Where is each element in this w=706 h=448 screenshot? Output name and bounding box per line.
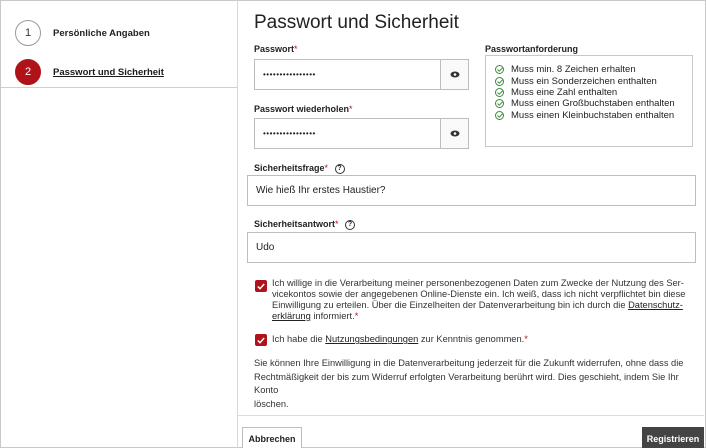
checkmark-icon <box>257 283 265 290</box>
info-circle-icon[interactable]: ? <box>334 163 345 174</box>
privacy-policy-link[interactable]: erklärung <box>272 311 311 321</box>
requirement-item: Muss einen Kleinbuchstaben enthalten <box>495 110 683 121</box>
required-mark: * <box>294 44 298 54</box>
required-mark: * <box>335 219 339 229</box>
requirement-item: Muss ein Sonderzeichen enthalten <box>495 75 683 87</box>
stepper-sidebar: 1 Persönliche Angaben 2 Passwort und Sic… <box>1 1 237 447</box>
data-processing-consent-text: Ich willige in die Verarbeitung meiner p… <box>272 278 702 322</box>
check-circle-icon <box>495 110 504 120</box>
show-password-button[interactable] <box>440 60 468 89</box>
required-mark: * <box>524 334 528 344</box>
requirement-text: Muss min. 8 Zeichen erhalten <box>511 64 636 76</box>
security-question-field[interactable]: Wie hieß Ihr erstes Haustier? <box>247 175 696 206</box>
requirement-text: Muss einen Kleinbuchstaben enthalten <box>511 109 675 121</box>
required-mark: * <box>349 104 353 114</box>
terms-consent-checkbox[interactable] <box>255 334 267 346</box>
vertical-divider <box>237 0 238 448</box>
consent-text-part: informiert. <box>310 311 355 321</box>
password-requirements-box: Muss min. 8 Zeichen erhalten Muss ein So… <box>485 55 693 147</box>
consent-line: Ich willige in die Verarbeitung meiner p… <box>272 278 684 288</box>
sidebar-divider <box>1 87 237 88</box>
requirement-text: Muss ein Sonderzeichen enthalten <box>511 75 657 87</box>
check-circle-icon <box>495 99 504 109</box>
step-number: 1 <box>15 20 41 46</box>
register-button[interactable]: Registrieren <box>642 427 704 448</box>
password-repeat-field[interactable]: •••••••••••••••• <box>254 118 469 149</box>
security-answer-label-text: Sicherheitsantwort <box>254 219 336 229</box>
consent-text-part: Ich habe die <box>272 334 326 344</box>
security-question-label: Sicherheitsfrage* ? <box>254 163 345 174</box>
checkmark-icon <box>257 337 265 344</box>
eye-icon <box>450 71 459 78</box>
password-field[interactable]: •••••••••••••••• <box>254 59 469 90</box>
consent-line: vicekontos sowie der angegebenen Online-… <box>272 289 686 299</box>
page-title: Passwort und Sicherheit <box>254 12 459 33</box>
terms-consent-text: Ich habe die Nutzungsbedingungen zur Ken… <box>272 334 702 345</box>
password-repeat-value: •••••••••••••••• <box>263 129 316 138</box>
requirement-item: Muss eine Zahl enthalten <box>495 87 683 98</box>
consent-line: erklärung informiert.* <box>272 311 702 322</box>
consent-line: Einwilligung zu erteilen. Über die Einze… <box>272 300 702 311</box>
check-circle-icon <box>495 76 504 86</box>
step-label: Passwort und Sicherheit <box>53 66 164 78</box>
step-label: Persönliche Angaben <box>53 27 150 39</box>
required-mark: * <box>354 311 359 321</box>
password-repeat-label-text: Passwort wiederholen <box>254 104 350 114</box>
requirement-text: Muss einen Großbuchstaben enthalten <box>511 98 675 110</box>
required-mark: * <box>324 163 329 173</box>
password-label-text: Passwort <box>254 44 295 54</box>
footer-divider <box>238 415 704 416</box>
note-line: Sie können Ihre Einwilligung in die Date… <box>254 358 684 368</box>
note-line: löschen. <box>254 398 289 409</box>
requirements-title: Passwortanforderung <box>485 44 579 54</box>
data-processing-consent-checkbox[interactable] <box>255 280 267 292</box>
security-answer-label: Sicherheitsantwort* ? <box>254 219 356 230</box>
cancel-button[interactable]: Abbrechen <box>242 427 302 448</box>
password-repeat-label: Passwort wiederholen* <box>254 104 353 114</box>
password-label: Passwort* <box>254 44 298 54</box>
privacy-policy-link[interactable]: Datenschutz- <box>628 300 683 310</box>
check-circle-icon <box>495 87 504 97</box>
requirement-item: Muss einen Großbuchstaben enthalten <box>495 98 683 109</box>
password-value: •••••••••••••••• <box>263 70 316 79</box>
consent-text-part: Einwilligung zu erteilen. Über die Einze… <box>272 300 629 310</box>
terms-of-use-link[interactable]: Nutzungsbedingungen <box>325 334 418 344</box>
note-line: Rechtmäßigkeit der bis zum Widerruf erfo… <box>254 371 679 396</box>
revocation-note: Sie können Ihre Einwilligung in die Date… <box>254 357 700 411</box>
requirement-item: Muss min. 8 Zeichen erhalten <box>495 64 683 75</box>
show-password-repeat-button[interactable] <box>440 119 468 148</box>
consent-text-part: zur Kenntnis genommen. <box>418 334 525 344</box>
check-circle-icon <box>495 65 504 75</box>
security-answer-value: Udo <box>256 242 275 253</box>
requirement-text: Muss eine Zahl enthalten <box>511 86 618 98</box>
security-answer-field[interactable]: Udo <box>247 232 696 263</box>
step-personal-data[interactable]: 1 Persönliche Angaben <box>15 19 150 47</box>
step-password-security[interactable]: 2 Passwort und Sicherheit <box>15 58 164 86</box>
eye-icon <box>450 130 459 137</box>
info-circle-icon[interactable]: ? <box>345 219 356 230</box>
security-question-label-text: Sicherheitsfrage <box>254 163 325 173</box>
step-number: 2 <box>15 59 41 85</box>
security-question-value: Wie hieß Ihr erstes Haustier? <box>256 185 386 196</box>
